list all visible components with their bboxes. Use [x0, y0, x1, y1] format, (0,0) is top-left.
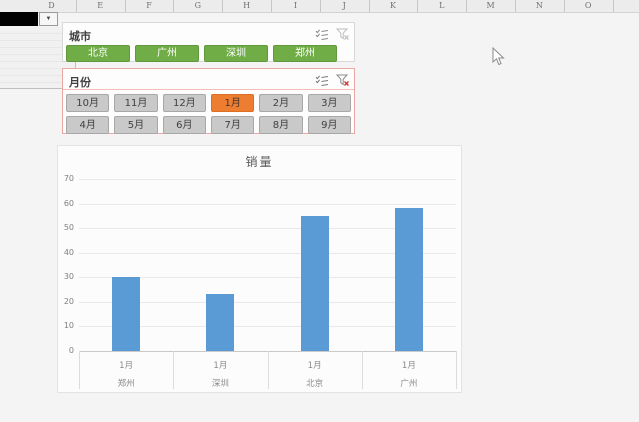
- sales-chart[interactable]: 销量 0102030405060701月郑州1月深圳1月北京1月广州: [57, 145, 462, 393]
- category-month-label: 1月: [362, 359, 456, 371]
- slicer-button-9月[interactable]: 9月: [308, 116, 351, 134]
- y-axis-label: 60: [58, 199, 74, 208]
- y-axis-label: 20: [58, 297, 74, 306]
- column-header-N[interactable]: N: [515, 0, 565, 12]
- y-axis-label: 70: [58, 174, 74, 183]
- slicer-month-row: 4月 5月 6月 7月 8月 9月: [63, 116, 354, 134]
- category-month-label: 1月: [173, 359, 267, 371]
- slicer-button-5月[interactable]: 5月: [114, 116, 157, 134]
- gridline: [79, 179, 456, 180]
- multi-select-icon[interactable]: [315, 71, 328, 90]
- category-city-label: 广州: [362, 377, 456, 389]
- y-axis-label: 30: [58, 272, 74, 281]
- mouse-cursor: [492, 47, 505, 66]
- slicer-button-12月[interactable]: 12月: [163, 94, 206, 112]
- clear-filter-icon[interactable]: [336, 71, 349, 90]
- category-city-label: 郑州: [79, 377, 173, 389]
- slicer-button-2月[interactable]: 2月: [259, 94, 302, 112]
- multi-select-icon[interactable]: [315, 25, 328, 44]
- column-headers: DEFGHIJKLMNO: [0, 0, 639, 13]
- column-header-E[interactable]: E: [76, 0, 126, 12]
- column-header-M[interactable]: M: [466, 0, 516, 12]
- slicer-button-6月[interactable]: 6月: [163, 116, 206, 134]
- y-axis-label: 10: [58, 321, 74, 330]
- slicer-month-items: 10月 11月 12月 1月 2月 3月 4月 5月 6月 7月 8月 9月: [63, 94, 354, 134]
- bar-广州[interactable]: [395, 208, 423, 351]
- column-header-F[interactable]: F: [125, 0, 175, 12]
- slicer-button-7月[interactable]: 7月: [211, 116, 254, 134]
- y-axis-label: 50: [58, 223, 74, 232]
- slicer-button-4月[interactable]: 4月: [66, 116, 109, 134]
- slicer-button-11月[interactable]: 11月: [114, 94, 157, 112]
- slicer-month[interactable]: 月份: [62, 68, 355, 134]
- y-axis-label: 0: [58, 346, 74, 355]
- slicer-button-10月[interactable]: 10月: [66, 94, 109, 112]
- category-month-label: 1月: [79, 359, 173, 371]
- slicer-city[interactable]: 城市: [62, 22, 355, 62]
- bar-北京[interactable]: [301, 216, 329, 351]
- category-separator: [456, 351, 457, 389]
- category-city-label: 深圳: [173, 377, 267, 389]
- namebox-dropdown-button[interactable]: ▼: [39, 12, 58, 26]
- category-city-label: 北京: [268, 377, 362, 389]
- y-axis-label: 40: [58, 248, 74, 257]
- slicer-button-8月[interactable]: 8月: [259, 116, 302, 134]
- category-month-label: 1月: [268, 359, 362, 371]
- column-header-J[interactable]: J: [320, 0, 370, 12]
- column-header-H[interactable]: H: [222, 0, 272, 12]
- slicer-button-郑州[interactable]: 郑州: [273, 45, 337, 62]
- slicer-button-1月[interactable]: 1月: [211, 94, 254, 112]
- slicer-city-header: 城市: [63, 23, 354, 42]
- slicer-button-3月[interactable]: 3月: [308, 94, 351, 112]
- column-header-L[interactable]: L: [417, 0, 467, 12]
- slicer-button-北京[interactable]: 北京: [66, 45, 130, 62]
- slicer-button-深圳[interactable]: 深圳: [204, 45, 268, 62]
- column-header-G[interactable]: G: [173, 0, 223, 12]
- column-header-O[interactable]: O: [564, 0, 614, 12]
- chevron-down-icon: ▼: [46, 16, 52, 22]
- slicer-month-header: 月份: [63, 69, 354, 90]
- slicer-month-title: 月份: [69, 76, 91, 89]
- bar-郑州[interactable]: [112, 277, 140, 351]
- slicer-button-广州[interactable]: 广州: [135, 45, 199, 62]
- column-header-D[interactable]: D: [27, 0, 77, 12]
- clear-filter-icon[interactable]: [336, 25, 349, 44]
- column-header-I[interactable]: I: [271, 0, 321, 12]
- bar-深圳[interactable]: [206, 294, 234, 351]
- slicer-month-row: 10月 11月 12月 1月 2月 3月: [63, 94, 354, 112]
- plot-area: 0102030405060701月郑州1月深圳1月北京1月广州: [58, 146, 461, 392]
- slicer-city-title: 城市: [69, 30, 91, 43]
- gridline: [79, 204, 456, 205]
- name-box[interactable]: [0, 12, 38, 26]
- column-header-K[interactable]: K: [369, 0, 419, 12]
- slicer-city-items: 北京广州深圳郑州: [63, 42, 354, 62]
